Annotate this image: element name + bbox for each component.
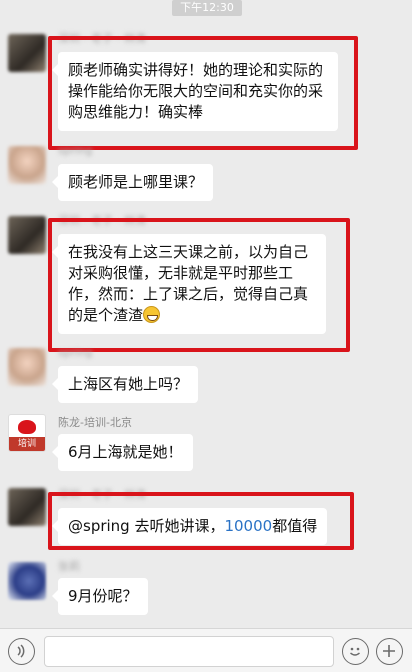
message-bubble[interactable]: @spring 去听她讲课，10000都值得 <box>51 508 328 545</box>
message-bubble[interactable]: 在我没有上这三天课之前，以为自己对采购很懂，无非就是平时那些工作，然而：上了课之… <box>52 234 326 334</box>
voice-icon[interactable] <box>8 638 35 665</box>
avatar-caption: 培训 <box>9 437 45 451</box>
chat-input-bar <box>0 628 412 672</box>
message-input[interactable] <box>44 636 334 667</box>
message-text-suffix: 都值得 <box>272 517 318 535</box>
avatar[interactable] <box>8 34 46 72</box>
plus-icon[interactable] <box>376 638 403 665</box>
avatar[interactable] <box>8 488 46 526</box>
sender-name: spring <box>58 144 93 157</box>
message-bubble[interactable]: 6月上海就是她！ <box>52 434 193 471</box>
chat-message: 深圳 - 老子 - 林涛 在我没有上这三天课之前，以为自己对采购很懂，无非就是平… <box>0 208 412 338</box>
sender-name: 深圳 - 老子 - 林涛 <box>58 32 146 45</box>
sender-name: 深圳 - 老子 - 林涛 <box>58 488 146 501</box>
avatar[interactable]: 培训 <box>8 414 46 452</box>
message-bubble[interactable]: 9月份呢？ <box>52 578 148 615</box>
status-time: 下午12:30 <box>172 0 242 16</box>
avatar[interactable] <box>8 146 46 184</box>
avatar[interactable] <box>8 348 46 386</box>
chat-message: 张莉 9月份呢？ <box>0 556 412 622</box>
chat-message: spring 上海区有她上吗？ <box>0 342 412 404</box>
grin-emoji-icon <box>143 306 161 323</box>
message-text: @spring 去听她讲课， <box>68 517 225 535</box>
sender-name: 陈龙-培训-北京 <box>58 416 132 429</box>
message-bubble[interactable]: 顾老师确实讲得好！她的理论和实际的操作能给你无限大的空间和充实你的采购思维能力！… <box>52 52 338 131</box>
message-number: 10000 <box>224 517 273 535</box>
sender-name: 深圳 - 老子 - 林涛 <box>58 214 146 227</box>
sender-name: 张莉 <box>58 560 80 573</box>
sender-name: spring <box>58 346 93 359</box>
message-bubble[interactable]: 上海区有她上吗？ <box>51 366 199 403</box>
chat-message: 深圳 - 老子 - 林涛 @spring 去听她讲课，10000都值得 <box>0 482 412 556</box>
message-bubble[interactable]: 顾老师是上哪里课？ <box>51 164 214 201</box>
avatar-logo-icon <box>18 420 36 434</box>
emoji-icon[interactable] <box>342 638 369 665</box>
chat-message: 培训 陈龙-培训-北京 6月上海就是她！ <box>0 410 412 472</box>
chat-message: spring 顾老师是上哪里课？ <box>0 140 412 201</box>
chat-message: 深圳 - 老子 - 林涛 顾老师确实讲得好！她的理论和实际的操作能给你无限大的空… <box>0 26 412 136</box>
message-text: 在我没有上这三天课之前，以为自己对采购很懂，无非就是平时那些工作，然而：上了课之… <box>68 243 309 324</box>
avatar[interactable] <box>8 216 46 254</box>
avatar[interactable] <box>8 562 46 600</box>
